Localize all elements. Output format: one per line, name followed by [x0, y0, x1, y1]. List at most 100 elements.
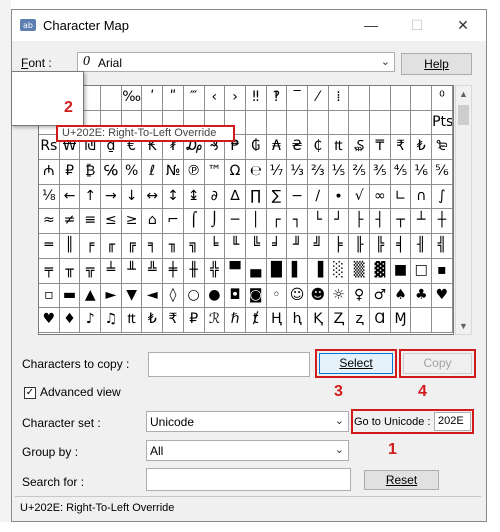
character-cell[interactable]: ∟ — [391, 184, 412, 209]
character-cell[interactable]: ₷ — [349, 135, 370, 160]
character-cell[interactable]: Ɱ — [391, 308, 412, 332]
character-cell[interactable]: ╕ — [142, 234, 164, 258]
character-cell[interactable]: ∫ — [432, 184, 453, 209]
character-cell[interactable]: ▬ — [60, 283, 81, 308]
character-cell[interactable]: ○ — [184, 283, 205, 308]
character-cell[interactable]: ⱦ — [246, 308, 267, 332]
search-for-input[interactable] — [146, 468, 351, 491]
character-cell[interactable]: ⅛ — [39, 184, 60, 209]
character-cell[interactable]: Ɑ — [370, 308, 391, 332]
maximize-button[interactable]: ☐ — [394, 10, 440, 41]
character-cell[interactable]: ↨ — [184, 184, 205, 209]
character-cell[interactable]: ◦ — [267, 283, 288, 308]
character-cell[interactable]: ☼ — [329, 283, 350, 308]
character-cell[interactable]: ‴ — [184, 86, 205, 110]
character-cell[interactable]: ₲ — [246, 135, 267, 160]
character-cell[interactable] — [349, 86, 370, 110]
character-cell[interactable]: ► — [101, 283, 122, 308]
character-cell[interactable] — [267, 110, 288, 135]
character-cell[interactable] — [391, 86, 412, 110]
group-by-dropdown[interactable]: All ⌄ — [146, 440, 349, 461]
character-cell[interactable]: ₹ — [391, 135, 412, 160]
character-cell[interactable]: ░ — [329, 258, 350, 283]
advanced-view-checkbox[interactable]: ✓ — [24, 387, 36, 399]
character-cell[interactable]: ⅗ — [370, 160, 391, 184]
character-cell[interactable]: ▒ — [349, 258, 370, 283]
character-cell[interactable]: ≤ — [101, 209, 122, 234]
character-cell[interactable] — [370, 110, 391, 135]
characters-to-copy-input[interactable] — [148, 352, 310, 377]
character-cell[interactable]: ╩ — [142, 258, 164, 283]
character-cell[interactable] — [391, 110, 412, 135]
character-cell[interactable]: ┴ — [411, 209, 433, 234]
character-cell[interactable]: ╪ — [163, 258, 184, 283]
character-cell[interactable] — [411, 86, 433, 110]
character-cell[interactable]: ● — [205, 283, 226, 308]
character-cell[interactable] — [432, 308, 453, 332]
character-cell[interactable]: ⁞ — [329, 86, 350, 110]
character-cell[interactable]: ╔ — [122, 234, 143, 258]
character-cell[interactable]: ⌡ — [205, 209, 226, 234]
character-cell[interactable]: ╠ — [370, 234, 391, 258]
character-cell[interactable]: ┐ — [287, 209, 308, 234]
character-cell[interactable]: ├ — [349, 209, 370, 234]
character-cell[interactable]: ℗ — [184, 160, 205, 184]
character-cell[interactable]: ↓ — [122, 184, 143, 209]
character-cell[interactable]: % — [122, 160, 143, 184]
character-cell[interactable]: ║ — [60, 234, 81, 258]
character-cell[interactable]: ↑ — [80, 184, 102, 209]
character-cell[interactable]: ⅚ — [432, 160, 453, 184]
character-cell[interactable]: ╥ — [60, 258, 81, 283]
character-cell[interactable]: ▀ — [225, 258, 246, 283]
character-cell[interactable]: ⌠ — [184, 209, 205, 234]
character-cell[interactable]: ⁰ — [432, 86, 453, 110]
character-cell[interactable] — [101, 86, 122, 110]
character-cell[interactable]: ♥ — [432, 283, 453, 308]
character-cell[interactable]: ╖ — [163, 234, 184, 258]
character-cell[interactable]: ℏ — [225, 308, 246, 332]
character-cell[interactable]: ⅙ — [411, 160, 433, 184]
character-cell[interactable]: ₺ — [411, 135, 433, 160]
character-cell[interactable]: ₴ — [287, 135, 308, 160]
character-cell[interactable]: √ — [349, 184, 370, 209]
character-cell[interactable]: ▫ — [39, 283, 60, 308]
character-cell[interactable]: ╛ — [267, 234, 288, 258]
character-cell[interactable]: ▪ — [432, 258, 453, 283]
character-cell[interactable]: ╙ — [225, 234, 246, 258]
character-cell[interactable]: ℅ — [101, 160, 122, 184]
character-cell[interactable]: ∑ — [267, 184, 288, 209]
character-cell[interactable]: ₹ — [163, 308, 184, 332]
character-cell[interactable]: ‰ — [122, 86, 143, 110]
character-cell[interactable]: ⌐ — [163, 209, 184, 234]
character-cell[interactable]: ʹ — [142, 86, 164, 110]
character-cell[interactable]: ╗ — [184, 234, 205, 258]
character-cell[interactable] — [246, 110, 267, 135]
character-cell[interactable]: ≥ — [122, 209, 143, 234]
character-cell[interactable]: ╫ — [184, 258, 205, 283]
character-cell[interactable]: ◘ — [225, 283, 246, 308]
character-cell[interactable]: ⱨ — [287, 308, 308, 332]
character-cell[interactable]: ♀ — [349, 283, 370, 308]
character-cell[interactable]: ⁄ — [308, 86, 329, 110]
select-button[interactable]: Select — [319, 353, 393, 374]
character-cell[interactable]: ← — [60, 184, 81, 209]
copy-button[interactable]: Copy — [403, 353, 472, 374]
scrollbar-thumb[interactable] — [458, 105, 469, 125]
character-cell[interactable]: ⅔ — [308, 160, 329, 184]
character-cell[interactable]: ♪ — [80, 308, 102, 332]
character-cell[interactable]: ♂ — [370, 283, 391, 308]
character-cell[interactable]: ♠ — [391, 283, 412, 308]
character-cell[interactable] — [349, 110, 370, 135]
character-cell[interactable] — [287, 110, 308, 135]
character-cell[interactable]: Ω — [225, 160, 246, 184]
character-cell[interactable]: ▲ — [80, 283, 102, 308]
character-cell[interactable]: ♫ — [101, 308, 122, 332]
character-cell[interactable]: ┘ — [329, 209, 350, 234]
character-cell[interactable]: ∙ — [329, 184, 350, 209]
character-cell[interactable]: ┬ — [391, 209, 412, 234]
character-cell[interactable]: ‾ — [287, 86, 308, 110]
character-cell[interactable]: ™ — [205, 160, 226, 184]
character-cell[interactable]: ╟ — [349, 234, 370, 258]
character-cell[interactable]: ≡ — [80, 209, 102, 234]
character-cell[interactable]: ℓ — [142, 160, 164, 184]
